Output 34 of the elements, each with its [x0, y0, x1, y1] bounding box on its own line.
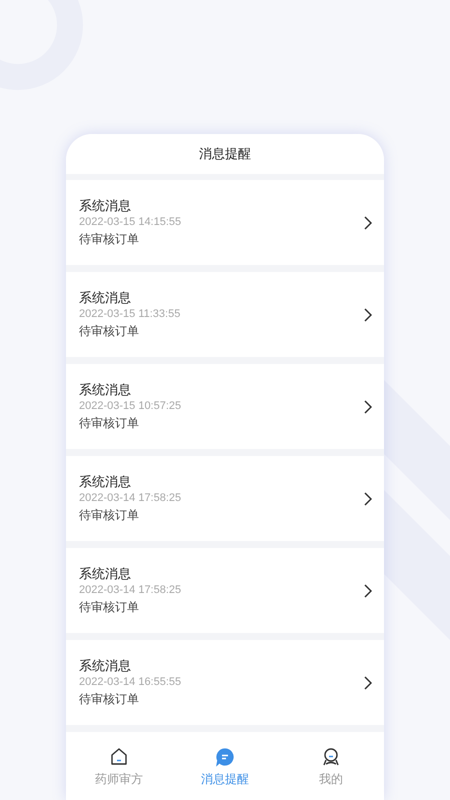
- message-text: 待审核订单: [79, 323, 140, 340]
- message-card[interactable]: 系统消息 2022-03-15 11:33:55 待审核订单: [66, 272, 384, 357]
- message-time: 2022-03-15 14:15:55: [79, 215, 182, 230]
- message-title: 系统消息: [79, 565, 132, 582]
- message-card[interactable]: 系统消息 2022-03-15 14:15:55 待审核订单: [66, 180, 384, 265]
- page-title: 消息提醒: [199, 145, 251, 164]
- message-title: 系统消息: [79, 289, 132, 306]
- message-text: 待审核订单: [79, 415, 140, 432]
- chevron-right-icon: [364, 584, 372, 598]
- message-card[interactable]: 系统消息 2022-03-14 17:58:25 待审核订单: [66, 456, 384, 541]
- message-time: 2022-03-15 10:57:25: [79, 399, 182, 414]
- message-card[interactable]: 系统消息 2022-03-15 10:57:25 待审核订单: [66, 364, 384, 449]
- message-time: 2022-03-14 17:58:25: [79, 491, 182, 506]
- message-text: 待审核订单: [79, 507, 140, 524]
- message-time: 2022-03-14 16:55:55: [79, 675, 182, 690]
- message-text: 待审核订单: [79, 231, 140, 248]
- chevron-right-icon: [364, 400, 372, 414]
- chevron-right-icon: [364, 676, 372, 690]
- message-title: 系统消息: [79, 381, 132, 398]
- message-title: 系统消息: [79, 197, 132, 214]
- chat-bubble-icon: [215, 747, 235, 767]
- message-time: 2022-03-14 17:58:25: [79, 583, 182, 598]
- chevron-right-icon: [364, 308, 372, 322]
- message-card[interactable]: 系统消息 2022-03-14 17:58:25 待审核订单: [66, 548, 384, 633]
- message-card[interactable]: 系统消息 2022-03-14 16:55:55 待审核订单: [66, 640, 384, 725]
- message-text: 待审核订单: [79, 691, 140, 708]
- message-title: 系统消息: [79, 473, 132, 490]
- message-text: 待审核订单: [79, 599, 140, 616]
- home-icon: [109, 747, 129, 767]
- message-time: 2022-03-15 11:33:55: [79, 307, 182, 322]
- message-title: 系统消息: [79, 657, 132, 674]
- person-icon: [321, 747, 341, 767]
- chevron-right-icon: [364, 492, 372, 506]
- chevron-right-icon: [364, 216, 372, 230]
